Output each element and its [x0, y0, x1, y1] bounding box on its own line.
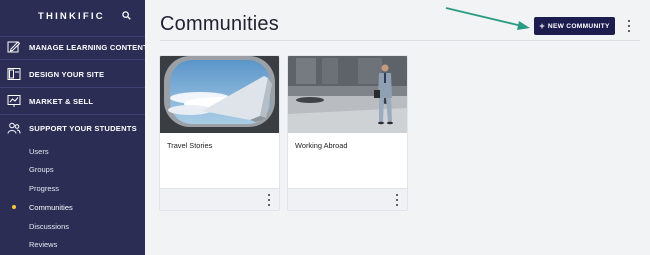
nav-manage-learning-content[interactable]: MANAGE LEARNING CONTENT [0, 37, 148, 57]
new-community-label: NEW COMMUNITY [547, 22, 610, 30]
sidebar-divider [0, 114, 145, 115]
nav-support-your-students[interactable]: SUPPORT YOUR STUDENTS [0, 118, 145, 138]
card-more-options-icon[interactable] [394, 194, 400, 206]
brand-logo[interactable]: THINKIFIC [38, 11, 105, 22]
layout-icon [7, 68, 21, 80]
search-icon[interactable] [122, 11, 131, 20]
nav-design-your-site[interactable]: DESIGN YOUR SITE [0, 64, 145, 84]
sidebar-subitem-users[interactable]: Users [29, 147, 49, 156]
community-card[interactable]: Working Abroad [287, 55, 408, 211]
sidebar-subitem-discussions[interactable]: Discussions [29, 222, 69, 231]
nav-label: DESIGN YOUR SITE [29, 69, 105, 79]
card-footer [288, 188, 407, 210]
edit-content-icon [7, 41, 21, 53]
airplane-window-image [160, 56, 279, 133]
card-title[interactable]: Working Abroad [295, 141, 347, 150]
card-footer [160, 188, 279, 210]
students-icon [7, 122, 21, 134]
page-title: Communities [160, 13, 279, 35]
nav-label: MARKET & SELL [29, 96, 94, 106]
new-community-button[interactable]: + NEW COMMUNITY [534, 17, 615, 35]
sidebar: THINKIFIC MANAGE LEARNING CONTENT DESIGN… [0, 0, 148, 255]
sidebar-subitem-communities[interactable]: Communities [29, 203, 73, 212]
header-divider [160, 40, 640, 41]
nav-label: SUPPORT YOUR STUDENTS [29, 123, 137, 133]
businessman-walking-image [288, 56, 407, 133]
sidebar-subitem-progress[interactable]: Progress [29, 184, 59, 193]
sidebar-subitem-groups[interactable]: Groups [29, 165, 54, 174]
more-options-icon[interactable] [626, 20, 632, 32]
sidebar-divider [0, 59, 145, 60]
annotation-arrow-icon [445, 7, 530, 30]
chart-icon [7, 95, 21, 107]
community-card[interactable]: Travel Stories [159, 55, 280, 211]
plus-icon: + [539, 20, 545, 31]
nav-market-and-sell[interactable]: MARKET & SELL [0, 91, 145, 111]
sidebar-subitem-reviews[interactable]: Reviews [29, 240, 57, 249]
card-more-options-icon[interactable] [266, 194, 272, 206]
card-title[interactable]: Travel Stories [167, 141, 212, 150]
active-indicator [12, 205, 16, 209]
sidebar-divider [0, 87, 145, 88]
nav-label: MANAGE LEARNING CONTENT [29, 42, 148, 52]
